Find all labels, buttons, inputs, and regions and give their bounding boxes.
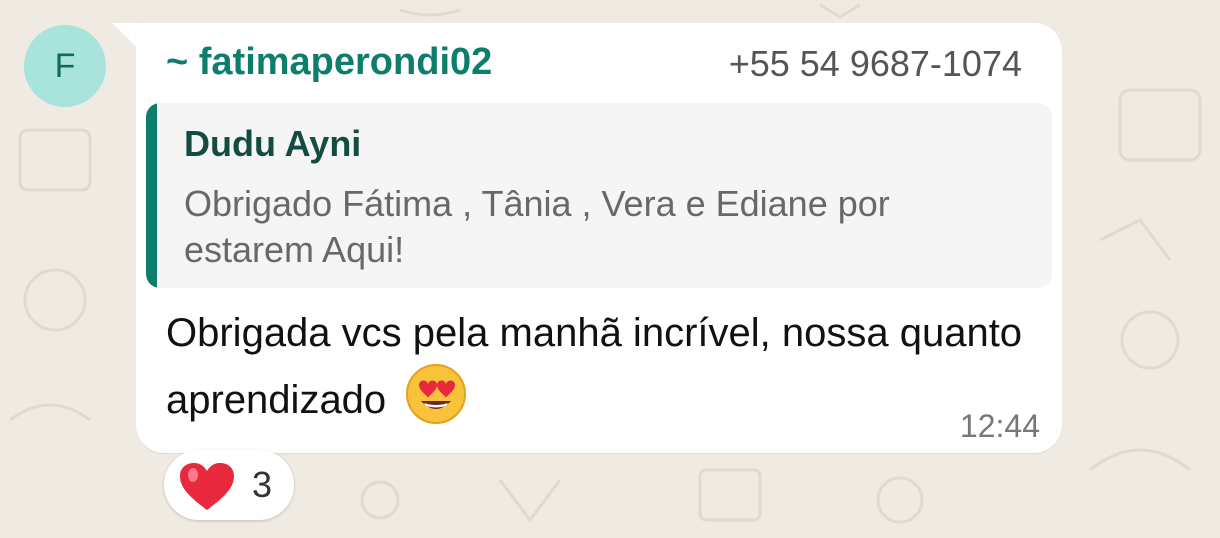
message-text: Obrigada vcs pela manhã incrível, nossa … [166, 311, 1023, 423]
quoted-message[interactable]: Dudu Ayni Obrigado Fátima , Tânia , Vera… [146, 103, 1052, 288]
reaction-count: 3 [252, 464, 273, 505]
message-body: Obrigada vcs pela manhã incrível, nossa … [166, 303, 1046, 442]
message-time: 12:44 [959, 408, 1040, 444]
reaction-pill[interactable]: 3 [164, 450, 294, 520]
heart-eyes-emoji [405, 363, 467, 442]
heart-icon [178, 462, 236, 517]
quote-author: Dudu Ayni [184, 123, 362, 164]
sender-phone: +55 54 9687-1074 [728, 43, 1022, 84]
quote-text: Obrigado Fátima , Tânia , Vera e Ediane … [184, 183, 890, 270]
sender-avatar[interactable]: F [24, 25, 106, 107]
sender-name[interactable]: ~ fatimaperondi02 [166, 41, 492, 84]
quote-accent-bar [146, 103, 157, 288]
message-bubble[interactable]: ~ fatimaperondi02 +55 54 9687-1074 Dudu … [136, 23, 1062, 453]
avatar-initial: F [54, 46, 76, 85]
